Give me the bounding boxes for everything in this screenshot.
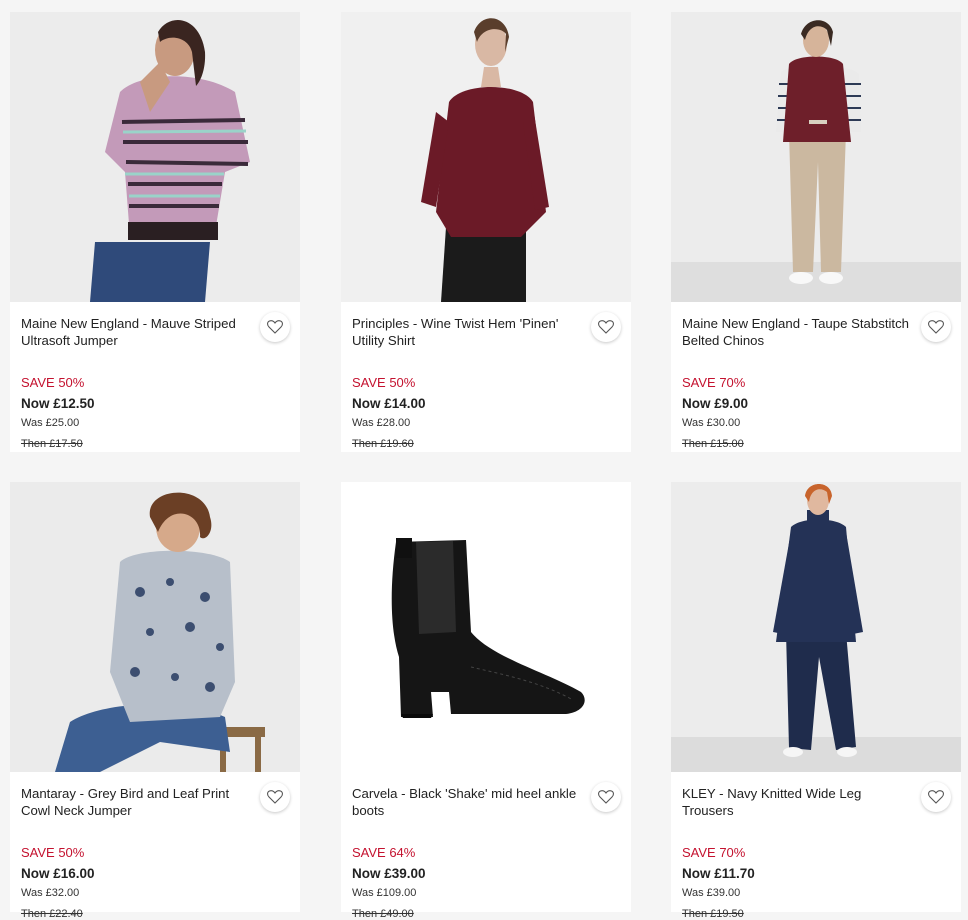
previous-price: Then £49.00 (352, 908, 414, 920)
product-card[interactable]: Mantaray - Grey Bird and Leaf Print Cowl… (10, 482, 300, 920)
product-image[interactable] (341, 482, 631, 772)
current-price: Now £9.00 (682, 396, 749, 411)
heart-outline-icon (598, 790, 614, 804)
product-card[interactable]: Maine New England - Taupe Stabstitch Bel… (671, 12, 961, 452)
product-title[interactable]: Carvela - Black 'Shake' mid heel ankle b… (352, 785, 584, 819)
original-price: Was £32.00 (21, 887, 80, 899)
current-price: Now £11.70 (682, 866, 755, 881)
product-card[interactable]: Maine New England - Mauve Striped Ultras… (10, 12, 300, 452)
heart-outline-icon (598, 320, 614, 334)
product-title[interactable]: Mantaray - Grey Bird and Leaf Print Cowl… (21, 785, 253, 819)
wishlist-button[interactable] (591, 312, 621, 342)
wishlist-button[interactable] (921, 782, 951, 812)
heart-outline-icon (928, 320, 944, 334)
heart-outline-icon (928, 790, 944, 804)
original-price: Was £30.00 (682, 417, 741, 429)
discount-label: SAVE 64% (352, 845, 416, 860)
previous-price: Then £19.50 (682, 908, 744, 920)
product-card[interactable]: KLEY - Navy Knitted Wide Leg Trousers SA… (671, 482, 961, 920)
product-title[interactable]: KLEY - Navy Knitted Wide Leg Trousers (682, 785, 914, 819)
discount-label: SAVE 50% (21, 375, 85, 390)
product-image[interactable] (671, 12, 961, 302)
current-price: Now £12.50 (21, 396, 95, 411)
discount-label: SAVE 70% (682, 845, 746, 860)
previous-price: Then £22.40 (21, 908, 83, 920)
discount-label: SAVE 50% (352, 375, 416, 390)
current-price: Now £16.00 (21, 866, 95, 881)
product-grid: Maine New England - Mauve Striped Ultras… (0, 0, 968, 920)
product-card[interactable]: Principles - Wine Twist Hem 'Pinen' Util… (341, 12, 631, 452)
wishlist-button[interactable] (591, 782, 621, 812)
wishlist-button[interactable] (921, 312, 951, 342)
wishlist-button[interactable] (260, 312, 290, 342)
original-price: Was £28.00 (352, 417, 411, 429)
original-price: Was £39.00 (682, 887, 741, 899)
discount-label: SAVE 50% (21, 845, 85, 860)
original-price: Was £25.00 (21, 417, 80, 429)
product-title[interactable]: Principles - Wine Twist Hem 'Pinen' Util… (352, 315, 584, 349)
discount-label: SAVE 70% (682, 375, 746, 390)
current-price: Now £39.00 (352, 866, 426, 881)
heart-outline-icon (267, 320, 283, 334)
original-price: Was £109.00 (352, 887, 417, 899)
previous-price: Then £17.50 (21, 438, 83, 450)
current-price: Now £14.00 (352, 396, 426, 411)
product-title[interactable]: Maine New England - Mauve Striped Ultras… (21, 315, 253, 349)
product-image[interactable] (341, 12, 631, 302)
previous-price: Then £19.60 (352, 438, 414, 450)
product-card[interactable]: Carvela - Black 'Shake' mid heel ankle b… (341, 482, 631, 920)
product-title[interactable]: Maine New England - Taupe Stabstitch Bel… (682, 315, 914, 349)
product-image[interactable] (10, 482, 300, 772)
product-image[interactable] (671, 482, 961, 772)
product-image[interactable] (10, 12, 300, 302)
heart-outline-icon (267, 790, 283, 804)
wishlist-button[interactable] (260, 782, 290, 812)
previous-price: Then £15.00 (682, 438, 744, 450)
